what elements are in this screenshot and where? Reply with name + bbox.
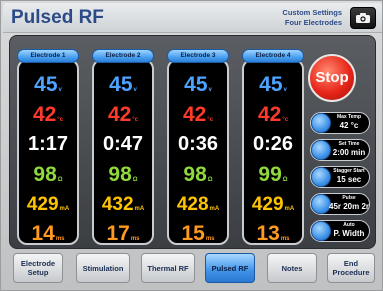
current-readout: 428mA xyxy=(176,194,220,215)
electrode-readout: 45v 42°c 0:47 98Ω 432mA 17ms xyxy=(92,59,154,245)
time-readout: 0:47 xyxy=(102,133,144,155)
electrode-label[interactable]: Electrode 3 xyxy=(167,49,229,63)
voltage-readout: 45v xyxy=(184,73,212,96)
nav-electrode-setup[interactable]: Electrode Setup xyxy=(13,253,63,283)
param-value: 15 sec xyxy=(336,175,362,184)
temperature-readout: 42°c xyxy=(257,103,289,126)
settings-mode: Custom Settings xyxy=(282,8,342,17)
rf-generator-screen: Pulsed RF Custom Settings Four Electrode… xyxy=(0,0,383,291)
pulse-control[interactable]: Pulse 45r 20m 2r xyxy=(310,193,370,215)
electrode-readout: 45v 42°c 1:17 98Ω 429mA 14ms xyxy=(17,59,79,245)
impedance-readout: 98Ω xyxy=(183,163,213,186)
electrode-label[interactable]: Electrode 1 xyxy=(17,49,79,63)
impedance-readout: 99Ω xyxy=(258,163,288,186)
settings-summary: Custom Settings Four Electrodes xyxy=(262,8,342,28)
param-value: 2:00 min xyxy=(332,148,366,157)
impedance-readout: 98Ω xyxy=(108,163,138,186)
camera-icon xyxy=(356,13,370,23)
current-readout: 429mA xyxy=(26,194,70,215)
pulse-width-readout: 13ms xyxy=(256,222,290,245)
param-label: Max Temp xyxy=(336,114,362,120)
adjust-knob-icon[interactable] xyxy=(311,194,331,214)
set-time-control[interactable]: Set Time 2:00 min xyxy=(310,139,370,161)
pulse-width-readout: 15ms xyxy=(181,222,215,245)
electrode-column-4[interactable]: 45v 42°c 0:26 99Ω 429mA 13ms Electrode 4 xyxy=(238,49,308,245)
voltage-readout: 45v xyxy=(259,73,287,96)
nav-pulsed-rf[interactable]: Pulsed RF xyxy=(205,253,255,283)
pulse-width-readout: 14ms xyxy=(31,222,65,245)
param-value: 45r 20m 2r xyxy=(329,202,370,211)
camera-button[interactable] xyxy=(350,7,376,29)
temperature-readout: 42°c xyxy=(182,103,214,126)
param-value: P. Width xyxy=(333,229,365,238)
adjust-knob-icon[interactable] xyxy=(311,221,331,241)
time-readout: 1:17 xyxy=(27,133,69,155)
max-temp-control[interactable]: Max Temp 42 °c xyxy=(310,112,370,134)
bottom-nav: Electrode Setup Stimulation Thermal RF P… xyxy=(1,251,383,291)
electrode-count: Four Electrodes xyxy=(284,18,342,27)
electrode-column-1[interactable]: 45v 42°c 1:17 98Ω 429mA 14ms Electrode 1 xyxy=(13,49,83,245)
adjust-knob-icon[interactable] xyxy=(311,167,331,187)
impedance-readout: 98Ω xyxy=(33,163,63,186)
nav-end-procedure[interactable]: End Procedure xyxy=(327,253,375,283)
auto-control[interactable]: Auto P. Width xyxy=(310,220,370,242)
temperature-readout: 42°c xyxy=(32,103,64,126)
electrode-label[interactable]: Electrode 2 xyxy=(92,49,154,63)
time-readout: 0:26 xyxy=(252,133,294,155)
stagger-start-control[interactable]: Stagger Start 15 sec xyxy=(310,166,370,188)
time-readout: 0:36 xyxy=(177,133,219,155)
nav-notes[interactable]: Notes xyxy=(267,253,317,283)
page-title: Pulsed RF xyxy=(11,7,104,28)
electrode-label[interactable]: Electrode 4 xyxy=(242,49,304,63)
param-value: 42 °c xyxy=(339,121,359,130)
electrode-column-2[interactable]: 45v 42°c 0:47 98Ω 432mA 17ms Electrode 2 xyxy=(88,49,158,245)
current-readout: 432mA xyxy=(101,194,145,215)
temperature-readout: 42°c xyxy=(107,103,139,126)
adjust-knob-icon[interactable] xyxy=(311,140,331,160)
param-label: Set Time xyxy=(338,141,360,147)
current-readout: 429mA xyxy=(251,194,295,215)
stop-button[interactable]: Stop xyxy=(308,54,356,102)
electrode-readout: 45v 42°c 0:36 98Ω 428mA 15ms xyxy=(167,59,229,245)
param-label: Pulse xyxy=(342,195,356,201)
param-label: Auto xyxy=(343,222,355,228)
nav-thermal-rf[interactable]: Thermal RF xyxy=(141,253,195,283)
param-label: Stagger Start xyxy=(333,168,365,174)
electrode-column-3[interactable]: 45v 42°c 0:36 98Ω 428mA 15ms Electrode 3 xyxy=(163,49,233,245)
adjust-knob-icon[interactable] xyxy=(311,113,331,133)
pulse-width-readout: 17ms xyxy=(106,222,140,245)
nav-stimulation[interactable]: Stimulation xyxy=(76,253,130,283)
header-bar: Pulsed RF Custom Settings Four Electrode… xyxy=(3,3,382,33)
voltage-readout: 45v xyxy=(34,73,62,96)
electrode-readout: 45v 42°c 0:26 99Ω 429mA 13ms xyxy=(242,59,304,245)
voltage-readout: 45v xyxy=(109,73,137,96)
